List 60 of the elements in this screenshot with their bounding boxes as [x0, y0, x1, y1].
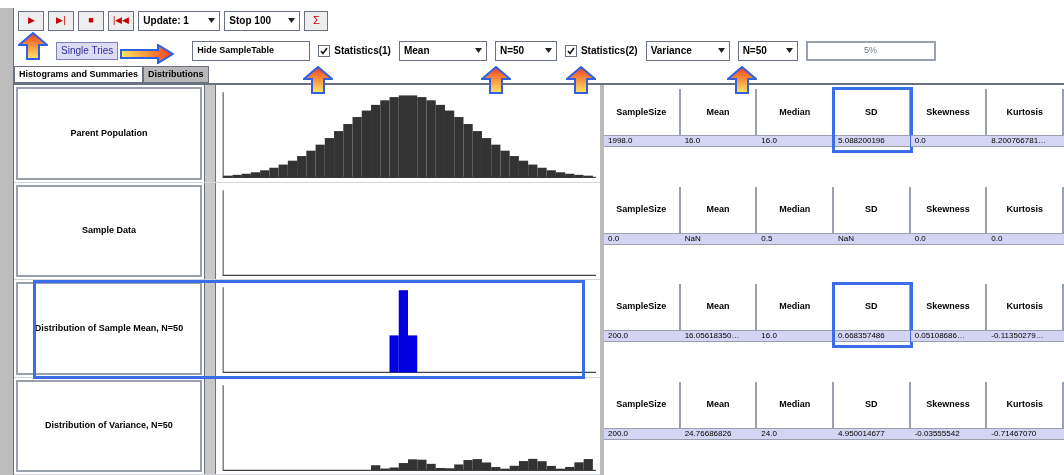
table-cell: 5.088200196: [834, 135, 911, 148]
row-label: Sample Data: [16, 184, 202, 278]
table-cell: 0.0: [987, 232, 1064, 245]
up-arrow-icon: [481, 66, 511, 94]
up-arrow-icon: [727, 66, 757, 94]
dropdown[interactable]: Update: 1: [138, 10, 221, 31]
caret-icon: [544, 48, 552, 54]
checkbox-label: Statistics(1): [334, 44, 391, 59]
table-cell: 0.05108686…: [910, 330, 988, 343]
table-cell: 0.668357486: [834, 330, 911, 343]
row-label: Parent Population: [16, 87, 202, 180]
dropdown[interactable]: N=50: [737, 40, 798, 61]
table-cell: 0.0: [604, 232, 681, 245]
toolbar-button[interactable]: ▶|: [48, 10, 74, 31]
checkbox-label: Statistics(2): [580, 44, 638, 59]
text-field[interactable]: Hide SampleTable: [192, 40, 311, 61]
table-cell: 200.0: [604, 330, 681, 343]
table-cell: -0.03555542: [910, 427, 988, 440]
up-arrow-icon: [566, 66, 596, 94]
dropdown[interactable]: Stop 100: [224, 10, 301, 31]
dropdown[interactable]: N=50: [494, 40, 557, 61]
caret-icon: [208, 18, 216, 24]
toolbar-button[interactable]: ▶: [18, 10, 44, 31]
up-arrow-icon: [303, 66, 333, 94]
right-arrow-icon: [120, 44, 174, 64]
table-cell: -0.11350279…: [987, 330, 1064, 343]
table-cell: 0.0: [910, 232, 988, 245]
dropdown[interactable]: Variance: [645, 40, 730, 61]
row-label: Distribution of Sample Mean, N=50: [16, 282, 202, 375]
caret-icon: [785, 48, 793, 54]
toolbar-button[interactable]: |◀◀: [108, 10, 135, 31]
dropdown[interactable]: Mean: [398, 40, 487, 61]
mode-button[interactable]: Single Tries: [56, 41, 119, 60]
tab[interactable]: Histograms and Summaries: [14, 66, 144, 84]
table-cell: 24.0: [757, 427, 834, 440]
table-cell: NaN: [834, 232, 911, 245]
table-cell: 0.5: [757, 232, 834, 245]
table-cell: 0.0: [910, 135, 988, 148]
caret-icon: [717, 48, 725, 54]
table-cell: 16.0: [757, 330, 834, 343]
caret-icon: [288, 18, 296, 24]
table-cell: 4.950014677: [834, 427, 911, 440]
toolbar-button[interactable]: ■: [78, 10, 104, 31]
table-cell: 16.0: [680, 135, 758, 148]
progress-field: 5%: [805, 40, 936, 61]
checkbox[interactable]: [318, 44, 331, 57]
table-cell: 8.200766781…: [987, 135, 1064, 148]
table-cell: 200.0: [604, 427, 681, 440]
table-cell: -0.71467070: [987, 427, 1064, 440]
toolbar-button[interactable]: Σ: [304, 10, 329, 31]
up-arrow-icon: [18, 32, 48, 60]
table-cell: 16.0: [757, 135, 834, 148]
tab[interactable]: Distributions: [143, 66, 209, 84]
table-cell: 1998.0: [604, 135, 681, 148]
table-cell: 24.76686826: [680, 427, 758, 440]
checkbox[interactable]: [564, 44, 577, 57]
table-cell: NaN: [680, 232, 758, 245]
row-label: Distribution of Variance, N=50: [16, 379, 202, 472]
caret-icon: [474, 48, 482, 54]
table-cell: 16.05618350…: [680, 330, 758, 343]
